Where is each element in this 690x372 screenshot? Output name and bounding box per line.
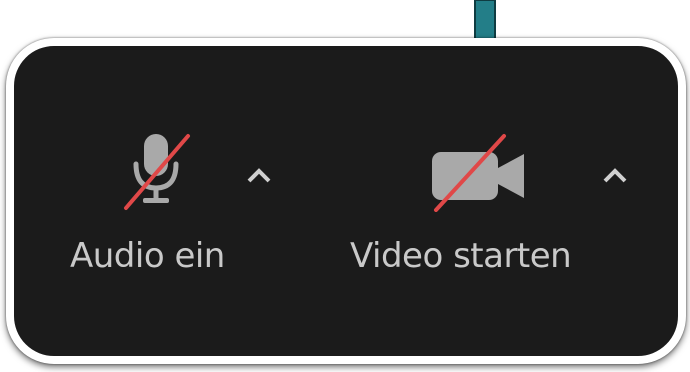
video-camera-off-icon [432, 134, 524, 212]
microphone-muted-icon [124, 134, 190, 210]
video-button-label: Video starten [350, 236, 572, 276]
caret-up-icon[interactable] [246, 168, 272, 184]
video-button[interactable]: Video starten [350, 130, 650, 280]
caret-up-icon[interactable] [602, 168, 628, 184]
meeting-controls-panel: Audio ein Video starten [6, 38, 686, 364]
audio-button-label: Audio ein [70, 236, 225, 276]
audio-button[interactable]: Audio ein [70, 130, 300, 280]
